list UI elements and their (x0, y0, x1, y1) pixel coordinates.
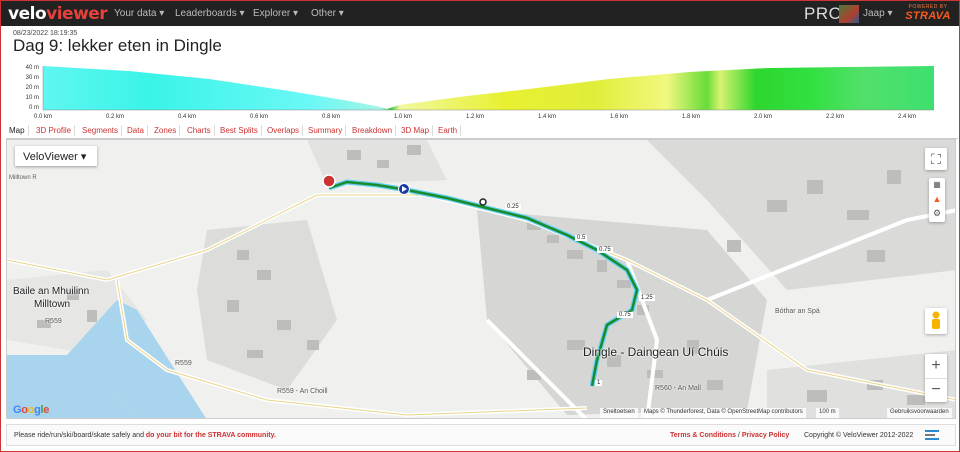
x-tick: 0.4 km (177, 114, 196, 120)
route-marker: 0.25 (505, 204, 521, 210)
place-label-milltown: Milltown (34, 299, 71, 310)
zoom-out-button[interactable]: − (925, 379, 947, 401)
tab-zones[interactable]: Zones (151, 125, 181, 136)
x-tick: 0.2 km (105, 114, 124, 120)
tab-data[interactable]: Data (124, 125, 148, 136)
view-tabs: Map 3D Profile Segments Data Zones Chart… (6, 123, 958, 139)
tab-earth[interactable]: Earth (435, 125, 462, 136)
x-tick: 1.8 km (681, 114, 700, 120)
strava-logo[interactable]: POWERED BY STRAVA (901, 4, 955, 22)
tab-3d-profile[interactable]: 3D Profile (33, 125, 76, 136)
map-tools-panel: ▦ ▲ ⚙ (929, 178, 945, 222)
nav-explorer[interactable]: Explorer ▾ (253, 8, 298, 19)
road-label-bothar-an-spa: Bóthar an Spá (775, 308, 820, 315)
top-navbar: veloviewer Your data ▾ Leaderboards ▾ Ex… (1, 1, 959, 26)
avatar[interactable] (839, 5, 859, 23)
scale-bar: 100 m (816, 408, 839, 418)
tab-map[interactable]: Map (6, 125, 29, 136)
logo-part-viewer: viewer (46, 4, 108, 24)
zoom-controls: + − (925, 354, 947, 402)
velo-viewer-logo[interactable]: veloviewer (8, 4, 108, 24)
route-marker: 0.75 (597, 247, 613, 253)
google-logo: Google (13, 404, 50, 416)
fullscreen-icon[interactable]: ⛶ (925, 148, 947, 170)
place-label-baile: Baile an Mhuilinn (13, 286, 90, 297)
grid-icon[interactable]: ▦ (929, 178, 945, 192)
tab-breakdown[interactable]: Breakdown (349, 125, 397, 136)
strava-wordmark: STRAVA (905, 10, 951, 22)
keyboard-shortcuts-link[interactable]: Sneltoetsen (600, 408, 638, 418)
tab-best-splits[interactable]: Best Splits (217, 125, 262, 136)
route-marker: 1 (595, 380, 603, 386)
place-label-dingle: Dingle - Daingean Uí Chúis (583, 345, 729, 359)
route-map[interactable]: 0.25 0.5 0.75 1.25 0.75 1 Baile an Mhuil… (6, 139, 956, 419)
x-tick: 1.0 km (393, 114, 412, 120)
x-tick: 2.2 km (825, 114, 844, 120)
x-tick: 2.0 km (753, 114, 772, 120)
x-tick: 0.8 km (321, 114, 340, 120)
strava-heat-icon[interactable]: ▲ (929, 192, 945, 206)
route-marker: 0.75 (617, 312, 633, 318)
map-attribution: Maps © Thunderforest, Data © OpenStreetM… (641, 408, 806, 418)
map-layer-select[interactable]: VeloViewer ▾ (15, 146, 97, 166)
zoom-in-button[interactable]: + (925, 354, 947, 379)
terms-of-use-link[interactable]: Gebruiksvoorwaarden (887, 408, 952, 418)
nav-your-data[interactable]: Your data ▾ (114, 8, 164, 19)
privacy-link[interactable]: Privacy Policy (742, 432, 789, 439)
page-title: Dag 9: lekker eten in Dingle (13, 36, 222, 55)
x-tick: 0.0 km (33, 114, 52, 120)
x-tick: 1.6 km (609, 114, 628, 120)
strava-community-link[interactable]: do your bit for the STRAVA community. (146, 432, 276, 439)
route-marker: 1.25 (639, 295, 655, 301)
nav-other[interactable]: Other ▾ (311, 8, 344, 19)
footer-links: Terms & Conditions / Privacy Policy (670, 432, 790, 439)
tab-3d-map[interactable]: 3D Map (398, 125, 434, 136)
pro-badge: PRO (804, 4, 843, 23)
x-tick: 2.4 km (897, 114, 916, 120)
copyright: Copyright © VeloViewer 2012-2022 (804, 432, 914, 439)
terms-link[interactable]: Terms & Conditions (670, 432, 736, 439)
tab-charts[interactable]: Charts (184, 125, 215, 136)
elevation-area (42, 66, 934, 111)
road-label-r559-an-choill: R559 - An Choill (277, 388, 328, 395)
x-tick: 0.6 km (249, 114, 268, 120)
road-label-r559: R559 (45, 318, 62, 325)
nav-leaderboards[interactable]: Leaderboards ▾ (175, 8, 245, 19)
gear-icon[interactable]: ⚙ (929, 206, 945, 220)
elevation-profile[interactable]: 40 m 30 m 20 m 10 m 0 m 0.0 km 0.2 km 0.… (9, 61, 949, 123)
street-view-pegman-icon[interactable] (925, 308, 947, 334)
logo-part-velo: velo (8, 4, 47, 24)
route-marker: 0.5 (575, 235, 588, 241)
user-menu[interactable]: Jaap ▾ (863, 8, 893, 19)
x-tick: 1.4 km (537, 114, 556, 120)
tools-icon[interactable] (925, 429, 939, 441)
road-label-r559-west: R559 (175, 360, 192, 367)
tab-overlaps[interactable]: Overlaps (264, 125, 304, 136)
footer: Please ride/run/ski/board/skate safely a… (6, 424, 956, 446)
road-label-r560: R560 - An Mall (655, 385, 701, 392)
map-canvas (7, 140, 955, 418)
tab-summary[interactable]: Summary (305, 125, 347, 136)
safety-notice: Please ride/run/ski/board/skate safely a… (14, 432, 276, 439)
road-label-milltown-r: Milltown R (9, 175, 37, 181)
x-tick: 1.2 km (465, 114, 484, 120)
tab-segments[interactable]: Segments (79, 125, 123, 136)
